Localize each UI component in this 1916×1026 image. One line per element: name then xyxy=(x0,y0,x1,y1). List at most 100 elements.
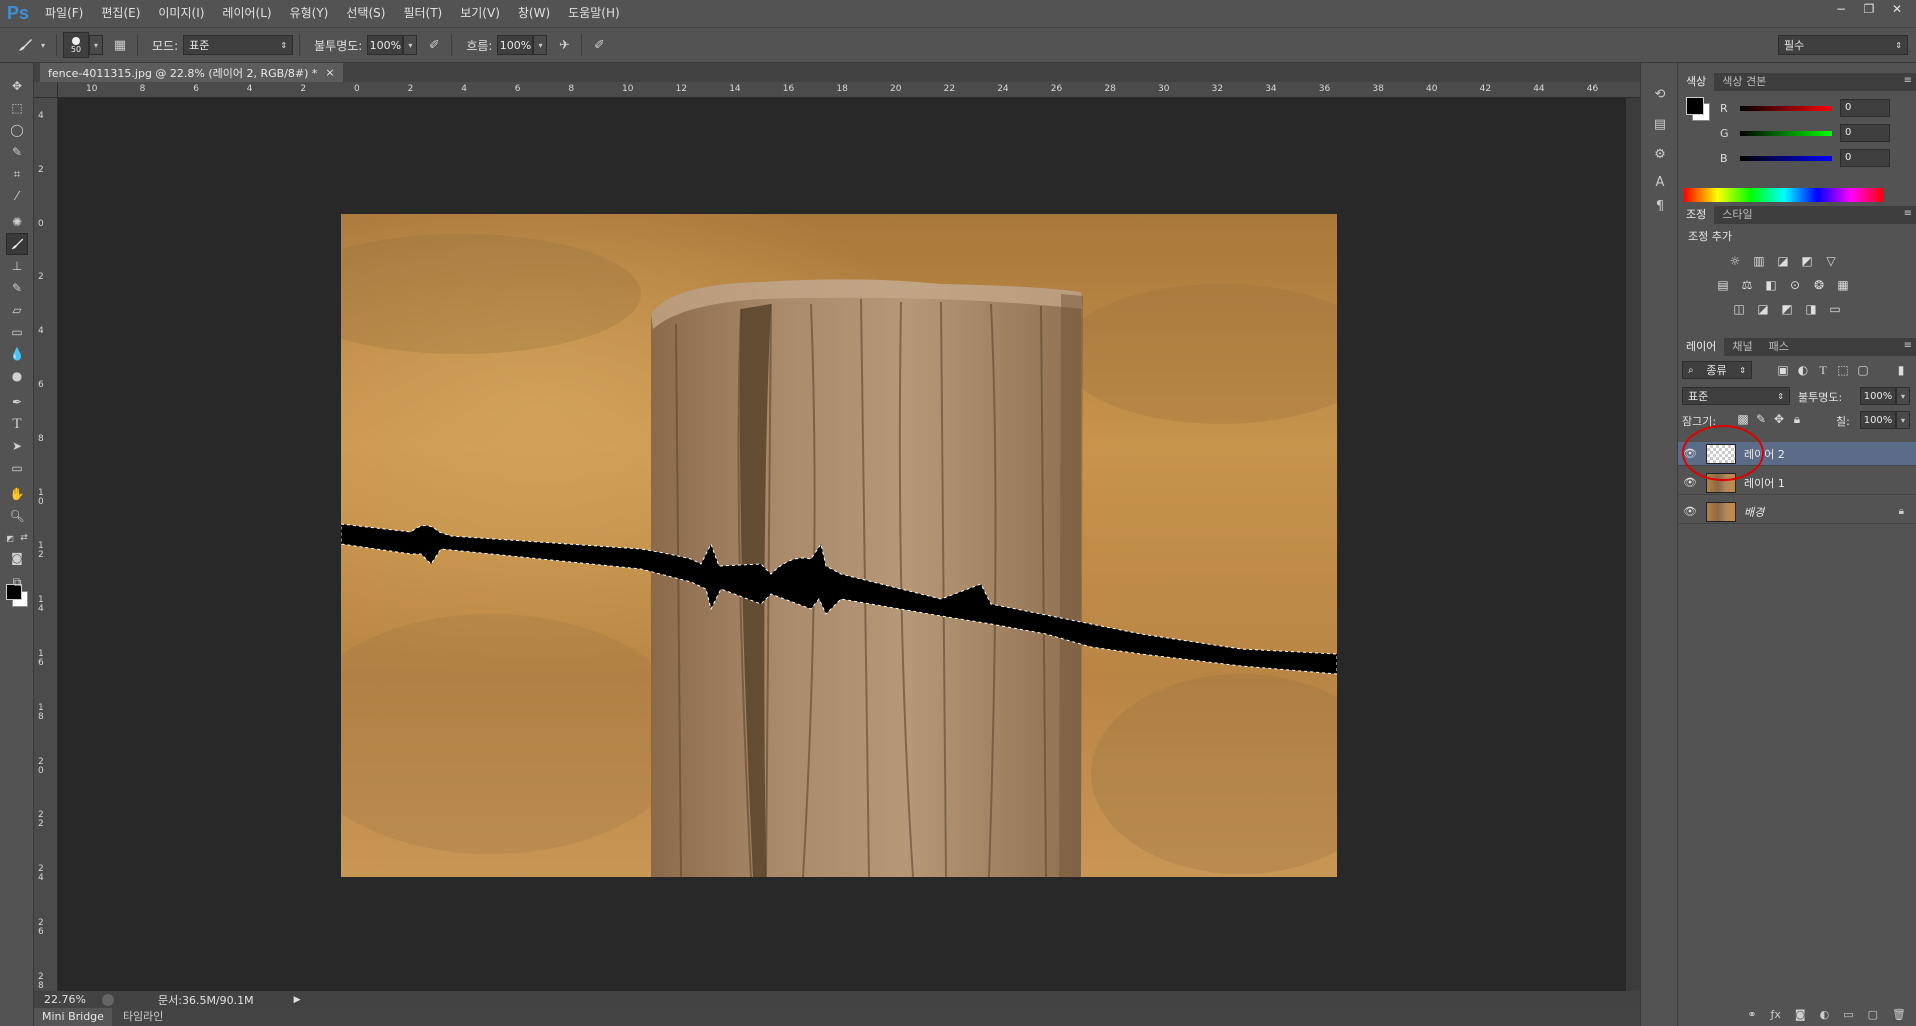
workspace-select[interactable]: 필수 ⇕ xyxy=(1778,35,1908,55)
link-layers-icon[interactable]: ⚭ xyxy=(1747,1008,1756,1021)
document-tab[interactable]: fence-4011315.jpg @ 22.8% (레이어 2, RGB/8#… xyxy=(40,63,343,82)
pressure-opacity-icon[interactable]: ✐ xyxy=(423,34,445,56)
blue-slider[interactable]: B 0 xyxy=(1720,149,1910,167)
brightness-icon[interactable]: ☼ xyxy=(1726,253,1744,269)
eyedropper-tool-icon[interactable]: ⁄ xyxy=(6,185,28,207)
tab-timeline[interactable]: 타임라인 xyxy=(115,1008,171,1026)
filter-pixel-icon[interactable]: ▣ xyxy=(1774,362,1792,378)
close-button[interactable]: ✕ xyxy=(1886,0,1908,18)
new-layer-icon[interactable]: ▢ xyxy=(1868,1008,1878,1021)
path-selection-tool-icon[interactable]: ➤ xyxy=(6,435,28,457)
filter-shape-icon[interactable]: ⬚ xyxy=(1834,362,1852,378)
quick-mask-icon[interactable]: ◙ xyxy=(6,547,28,569)
visibility-eye-icon[interactable]: 👁︎ xyxy=(1678,505,1702,518)
actions-panel-icon[interactable]: ▤ xyxy=(1649,113,1671,135)
layer-opacity-dropdown-icon[interactable]: ▾ xyxy=(1896,387,1910,405)
panel-menu-icon[interactable]: ≡ xyxy=(1904,208,1912,219)
close-document-icon[interactable]: × xyxy=(325,66,334,79)
brush-size-picker[interactable]: 50 xyxy=(63,32,89,58)
brush-panel-toggle-icon[interactable]: ▦ xyxy=(109,34,131,56)
gradient-tool-icon[interactable]: ▭ xyxy=(6,321,28,343)
swap-colors-icon[interactable]: ⇄ xyxy=(18,527,30,549)
exposure-icon[interactable]: ◩ xyxy=(1798,253,1816,269)
tab-layers[interactable]: 레이어 xyxy=(1678,338,1725,356)
posterize-icon[interactable]: ◪ xyxy=(1754,301,1772,317)
layer-row[interactable]: 👁︎ 배경 🔒︎ xyxy=(1678,500,1916,524)
tab-adjustments[interactable]: 조정 xyxy=(1678,206,1715,224)
green-value[interactable]: 0 xyxy=(1840,124,1890,142)
lock-all-icon[interactable]: 🔒︎ xyxy=(1788,411,1806,427)
move-tool-icon[interactable]: ✥ xyxy=(6,75,28,97)
quick-select-tool-icon[interactable]: ✎ xyxy=(6,141,28,163)
dodge-tool-icon[interactable]: ● xyxy=(6,365,28,387)
filter-smart-object-icon[interactable]: ▢ xyxy=(1854,362,1872,378)
blend-mode-select[interactable]: 표준 ⇕ xyxy=(1682,387,1790,405)
rectangle-tool-icon[interactable]: ▭ xyxy=(6,457,28,479)
pen-tool-icon[interactable]: ✒ xyxy=(6,391,28,413)
threshold-icon[interactable]: ◩ xyxy=(1778,301,1796,317)
clone-stamp-tool-icon[interactable]: ⊥ xyxy=(6,255,28,277)
blue-value[interactable]: 0 xyxy=(1840,149,1890,167)
photo-filter-icon[interactable]: ⊙ xyxy=(1786,277,1804,293)
filter-toggle-icon[interactable]: ▮ xyxy=(1892,362,1910,378)
green-slider[interactable]: G 0 xyxy=(1720,124,1910,142)
pressure-size-icon[interactable]: ✐ xyxy=(588,34,610,56)
gradient-map-icon[interactable]: ▭ xyxy=(1826,301,1844,317)
menu-type[interactable]: 유형(Y) xyxy=(281,0,338,27)
lasso-tool-icon[interactable]: ◯ xyxy=(6,119,28,141)
tab-swatches[interactable]: 색상 견본 xyxy=(1714,73,1774,91)
tool-preset-dropdown-icon[interactable]: ▾ xyxy=(36,35,50,55)
layer-name[interactable]: 배경 xyxy=(1744,504,1764,520)
vertical-scrollbar[interactable] xyxy=(1626,98,1640,991)
green-track[interactable] xyxy=(1740,130,1832,136)
status-info-icon[interactable] xyxy=(102,993,114,1006)
curves-icon[interactable]: ◪ xyxy=(1774,253,1792,269)
screen-mode-icon[interactable]: ⧉ xyxy=(6,571,28,593)
levels-icon[interactable]: ▥ xyxy=(1750,253,1768,269)
fill-dropdown-icon[interactable]: ▾ xyxy=(1896,411,1910,429)
menu-image[interactable]: 이미지(I) xyxy=(149,0,213,27)
tab-channels[interactable]: 채널 xyxy=(1724,338,1760,356)
menu-layer[interactable]: 레이어(L) xyxy=(213,0,280,27)
panel-menu-icon[interactable]: ≡ xyxy=(1904,340,1912,351)
color-spectrum[interactable] xyxy=(1684,188,1884,202)
color-lookup-icon[interactable]: ▦ xyxy=(1834,277,1852,293)
black-white-icon[interactable]: ◧ xyxy=(1762,277,1780,293)
zoom-tool-icon[interactable]: 🔍︎ xyxy=(6,505,28,527)
properties-panel-icon[interactable]: ⚙ xyxy=(1649,143,1671,165)
lock-position-icon[interactable]: ✥ xyxy=(1770,411,1788,427)
menu-view[interactable]: 보기(V) xyxy=(451,0,509,27)
hand-tool-icon[interactable]: ✋ xyxy=(6,483,28,505)
brush-tool-preset-icon[interactable] xyxy=(14,34,36,56)
opacity-input[interactable]: 100% xyxy=(367,35,404,55)
delete-layer-icon[interactable]: 🗑︎ xyxy=(1892,1008,1906,1021)
menu-select[interactable]: 선택(S) xyxy=(337,0,394,27)
tab-styles[interactable]: 스타일 xyxy=(1714,206,1760,224)
color-balance-icon[interactable]: ⚖ xyxy=(1738,277,1756,293)
add-mask-icon[interactable]: ◙ xyxy=(1795,1008,1806,1021)
selective-color-icon[interactable]: ◨ xyxy=(1802,301,1820,317)
layer-filter-select[interactable]: ⌕ 종류 ⇕ xyxy=(1682,361,1752,379)
new-adjustment-icon[interactable]: ◐ xyxy=(1820,1008,1830,1021)
character-panel-icon[interactable]: A xyxy=(1649,171,1671,193)
marquee-tool-icon[interactable]: ⬚ xyxy=(6,97,28,119)
zoom-level[interactable]: 22.76% xyxy=(44,993,94,1006)
history-brush-tool-icon[interactable]: ✎ xyxy=(6,277,28,299)
blur-tool-icon[interactable]: 💧 xyxy=(6,343,28,365)
default-colors-icon[interactable]: ◩ xyxy=(4,527,16,549)
airbrush-icon[interactable]: ✈ xyxy=(553,34,575,56)
menu-file[interactable]: 파일(F) xyxy=(36,0,92,27)
red-value[interactable]: 0 xyxy=(1840,99,1890,117)
new-group-icon[interactable]: ▭ xyxy=(1843,1008,1853,1021)
status-menu-arrow-icon[interactable]: ▶ xyxy=(294,995,301,1005)
filter-type-icon[interactable]: T xyxy=(1814,362,1832,378)
tab-mini-bridge[interactable]: Mini Bridge xyxy=(34,1008,112,1026)
ruler-origin[interactable] xyxy=(34,82,58,98)
menu-window[interactable]: 창(W) xyxy=(509,0,559,27)
brush-tool-icon[interactable] xyxy=(6,233,28,255)
fg-color-swatch[interactable] xyxy=(1686,97,1704,115)
type-tool-icon[interactable]: T xyxy=(6,413,28,435)
layer-opacity-input[interactable]: 100% xyxy=(1860,387,1896,405)
fill-input[interactable]: 100% xyxy=(1860,411,1896,429)
menu-edit[interactable]: 편집(E) xyxy=(92,0,149,27)
